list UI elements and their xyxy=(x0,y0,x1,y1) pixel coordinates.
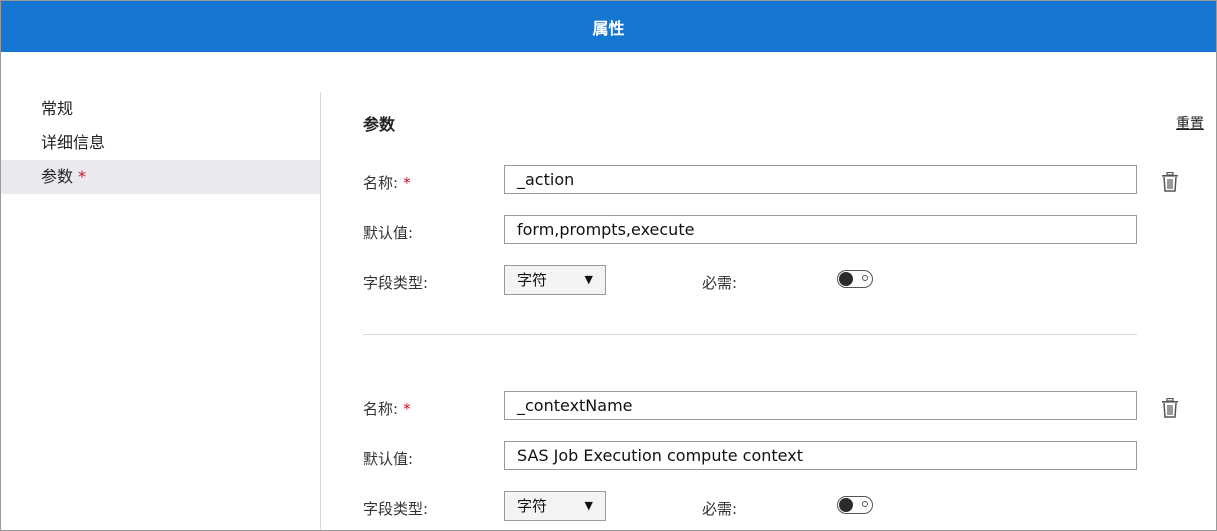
properties-dialog: 属性 常规 详细信息 参数 * 参数 重置 名称: * _action 默认值:… xyxy=(0,0,1217,531)
parameter-group-1: 名称: * _action 默认值: form,prompts,execute 字… xyxy=(363,165,1213,305)
field-type-label: 字段类型: xyxy=(363,500,429,518)
required-toggle[interactable] xyxy=(837,496,873,514)
sidebar-item-label: 详细信息 xyxy=(41,133,106,152)
toggle-knob xyxy=(839,272,853,286)
sidebar-item-label: 参数 xyxy=(41,167,74,186)
toggle-off-indicator-icon xyxy=(862,275,868,281)
reset-link[interactable]: 重置 xyxy=(1176,113,1204,133)
sidebar-item-details[interactable]: 详细信息 xyxy=(1,126,320,160)
default-value-input[interactable]: form,prompts,execute xyxy=(504,215,1137,244)
caret-down-icon: ▼ xyxy=(584,273,593,286)
dialog-titlebar: 属性 xyxy=(1,1,1216,52)
required-toggle[interactable] xyxy=(837,270,873,288)
trash-icon[interactable] xyxy=(1161,172,1179,192)
sidebar-item-label: 常规 xyxy=(41,99,74,118)
trash-icon[interactable] xyxy=(1161,398,1179,418)
toggle-off-indicator-icon xyxy=(862,501,868,507)
field-type-label: 字段类型: xyxy=(363,274,429,292)
field-type-select[interactable]: 字符 ▼ xyxy=(504,491,606,521)
sidebar-item-general[interactable]: 常规 xyxy=(1,92,320,126)
section-title: 参数 xyxy=(363,115,396,134)
parameters-panel: 参数 重置 名称: * _action 默认值: form,prompts,exe… xyxy=(363,92,1213,530)
divider xyxy=(363,334,1137,335)
name-label: 名称: * xyxy=(363,174,411,192)
default-value-label: 默认值: xyxy=(363,450,414,468)
default-value-label: 默认值: xyxy=(363,224,414,242)
field-type-value: 字符 xyxy=(517,271,548,289)
dialog-title: 属性 xyxy=(592,18,625,38)
name-input[interactable]: _action xyxy=(504,165,1137,194)
required-mark: * xyxy=(403,400,411,418)
required-mark: * xyxy=(78,167,87,186)
caret-down-icon: ▼ xyxy=(584,499,593,512)
field-type-value: 字符 xyxy=(517,497,548,515)
sidebar-nav: 常规 详细信息 参数 * xyxy=(1,92,321,530)
default-value-input[interactable]: SAS Job Execution compute context xyxy=(504,441,1137,470)
field-type-select[interactable]: 字符 ▼ xyxy=(504,265,606,295)
required-label: 必需: xyxy=(702,274,738,292)
required-mark: * xyxy=(403,174,411,192)
sidebar-item-parameters[interactable]: 参数 * xyxy=(1,160,320,194)
name-input[interactable]: _contextName xyxy=(504,391,1137,420)
name-label: 名称: * xyxy=(363,400,411,418)
required-label: 必需: xyxy=(702,500,738,518)
parameter-group-2: 名称: * _contextName 默认值: SAS Job Execution… xyxy=(363,391,1213,530)
toggle-knob xyxy=(839,498,853,512)
